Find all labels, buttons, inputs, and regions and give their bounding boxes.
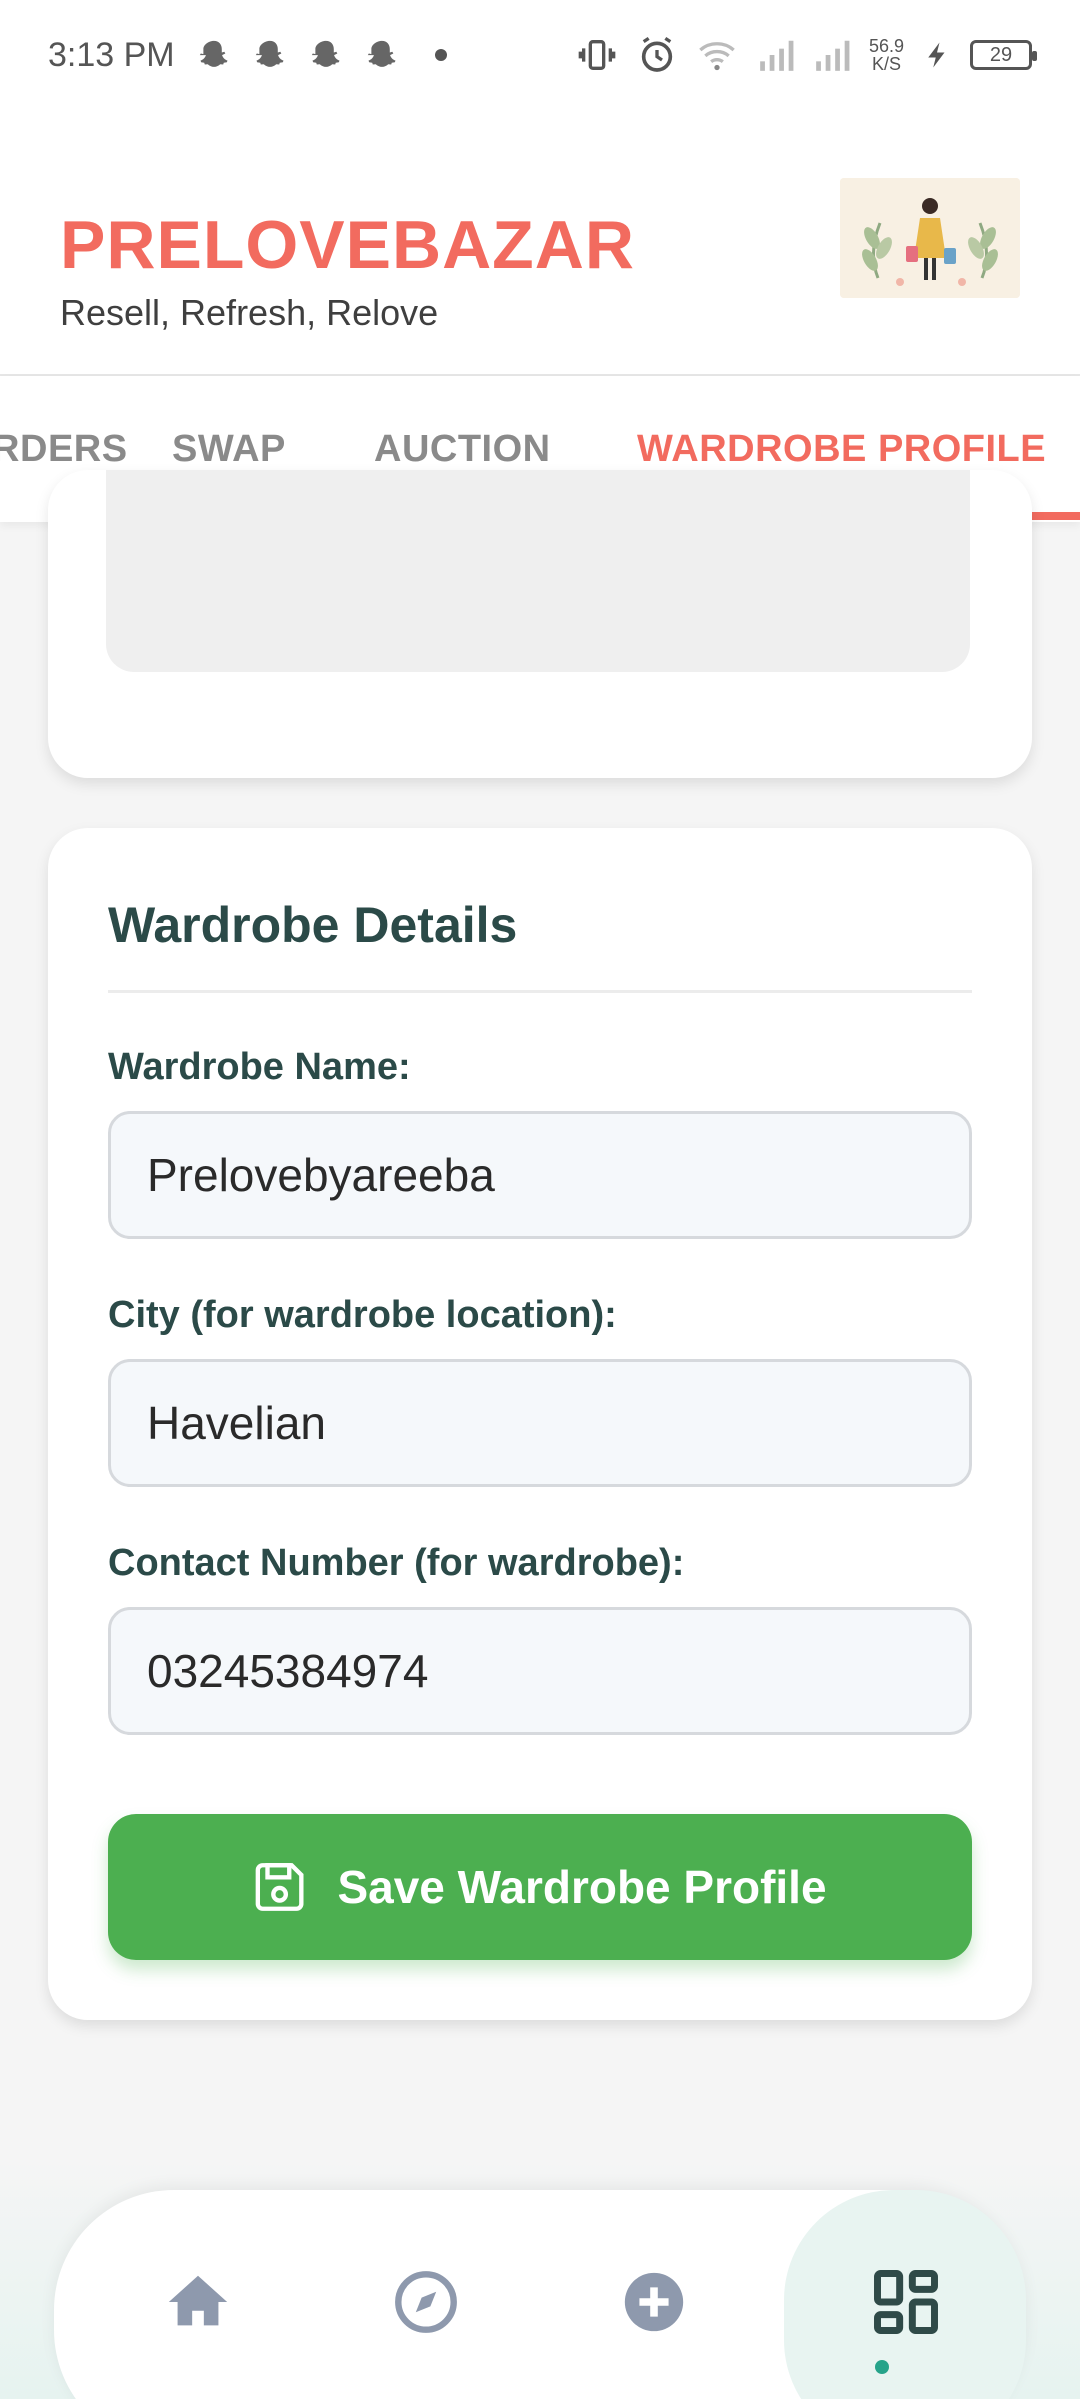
more-notifications-dot-icon — [434, 49, 447, 61]
profile-image-card — [48, 470, 1032, 778]
nav-add[interactable] — [604, 2252, 704, 2352]
vibrate-icon — [578, 40, 616, 70]
wardrobe-name-label: Wardrobe Name: — [108, 1046, 411, 1088]
image-placeholder — [106, 470, 970, 672]
network-speed: 56.9 K/S — [869, 37, 904, 73]
tab-swap[interactable]: SWAP — [172, 428, 286, 471]
status-time: 3:13 PM — [48, 35, 175, 74]
nav-home[interactable] — [148, 2252, 248, 2352]
battery-level: 29 — [989, 43, 1013, 66]
save-wardrobe-profile-button[interactable]: Save Wardrobe Profile — [108, 1814, 972, 1960]
add-circle-icon — [624, 2272, 684, 2332]
tab-wardrobe-profile[interactable]: WARDROBE PROFILE — [637, 428, 1046, 471]
snapchat-notification-icon — [199, 40, 228, 67]
signal-icon — [760, 40, 794, 71]
compass-icon — [395, 2271, 457, 2333]
tab-auction[interactable]: AUCTION — [374, 428, 551, 471]
app-title: PRELOVEBAZAR — [60, 207, 635, 283]
nav-explore[interactable] — [376, 2252, 476, 2352]
network-speed-unit: K/S — [871, 54, 901, 74]
app-header: PRELOVEBAZAR Resell, Refresh, Relove — [0, 110, 1080, 376]
shopping-woman-illustration-icon — [840, 178, 1020, 298]
wifi-icon — [699, 42, 735, 71]
charging-icon — [928, 42, 945, 68]
wardrobe-details-card: Wardrobe Details Wardrobe Name: City (fo… — [48, 828, 1032, 2020]
wardrobe-name-input[interactable] — [108, 1111, 972, 1239]
save-icon — [256, 1863, 304, 1911]
snapchat-notification-icon — [255, 40, 284, 67]
signal-icon — [816, 40, 850, 71]
save-button-label: Save Wardrobe Profile — [337, 1861, 827, 1913]
active-nav-dot — [875, 2360, 889, 2374]
snapchat-notification-icon — [311, 40, 340, 67]
network-speed-value: 56.9 — [868, 36, 904, 56]
tab-orders[interactable]: ORDERS — [0, 428, 128, 471]
contact-number-label: Contact Number (for wardrobe): — [108, 1542, 685, 1584]
city-label: City (for wardrobe location): — [108, 1294, 617, 1336]
divider — [108, 990, 972, 993]
city-input[interactable] — [108, 1359, 972, 1487]
contact-number-input[interactable] — [108, 1607, 972, 1735]
nav-dashboard[interactable] — [856, 2252, 956, 2352]
card-title: Wardrobe Details — [108, 897, 518, 953]
brand-logo — [840, 178, 1020, 298]
home-icon — [168, 2275, 228, 2326]
status-bar: 3:13 PM 56.9 K/S 29 — [0, 0, 1080, 110]
app-tagline: Resell, Refresh, Relove — [60, 292, 439, 333]
alarm-icon — [641, 36, 673, 72]
snapchat-notification-icon — [367, 40, 396, 67]
battery-indicator: 29 — [970, 40, 1037, 70]
qr-grid-icon — [874, 2270, 938, 2334]
